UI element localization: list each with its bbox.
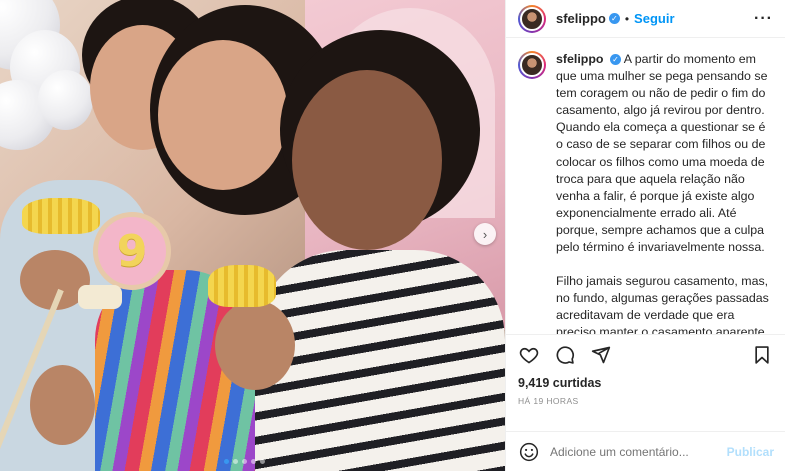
- carousel-dot: [233, 459, 238, 464]
- like-button[interactable]: [518, 344, 540, 366]
- avatar[interactable]: [518, 4, 546, 33]
- caption-text: sfelippo ✓ A partir do momento em que um…: [556, 51, 773, 334]
- hand: [30, 365, 95, 445]
- action-bar: [506, 334, 785, 374]
- verified-badge-icon: ✓: [608, 13, 620, 24]
- comment-button[interactable]: [554, 344, 576, 366]
- lollipop-number: 9: [116, 225, 148, 277]
- balloon: [38, 70, 93, 130]
- share-button[interactable]: [590, 344, 612, 366]
- lollipop: 9: [93, 212, 171, 290]
- likes-count[interactable]: 9,419 curtidas: [506, 374, 785, 390]
- comment-input[interactable]: [550, 444, 710, 459]
- treat-right: [208, 265, 276, 307]
- caption-avatar[interactable]: [518, 51, 546, 79]
- verified-badge-icon: ✓: [609, 54, 621, 66]
- woman-face: [158, 40, 288, 190]
- instagram-post: 9 › sfelippo ✓ • Seguir ··· sfelippo ✓ A…: [0, 0, 785, 471]
- comment-bar: Publicar: [506, 431, 785, 471]
- share-icon: [591, 346, 611, 363]
- follow-button[interactable]: Seguir: [634, 11, 674, 26]
- caption-paragraph-1: A partir do momento em que uma mulher se…: [556, 52, 768, 255]
- carousel-dot: [251, 459, 256, 464]
- carousel-dot: [260, 459, 265, 464]
- more-horizontal-icon[interactable]: ···: [754, 10, 773, 28]
- next-photo-button[interactable]: ›: [474, 223, 496, 245]
- post-timestamp[interactable]: HÁ 19 HORAS: [506, 390, 785, 406]
- post-header: sfelippo ✓ • Seguir ···: [506, 0, 785, 38]
- treat-left: [22, 198, 100, 234]
- girl-right-face: [292, 70, 442, 250]
- bookmark-icon: [755, 345, 769, 364]
- hand: [215, 300, 295, 390]
- comment-icon: [556, 345, 575, 364]
- username-link[interactable]: sfelippo: [556, 11, 606, 26]
- save-button[interactable]: [751, 344, 773, 366]
- emoji-icon: [519, 442, 539, 461]
- carousel-dots: [224, 459, 265, 464]
- carousel-dot: [242, 459, 247, 464]
- post-photo[interactable]: 9 ›: [0, 0, 505, 471]
- separator-dot: •: [624, 11, 630, 26]
- publish-button[interactable]: Publicar: [727, 445, 774, 459]
- heart-icon: [519, 347, 539, 363]
- caption-username-link[interactable]: sfelippo: [556, 52, 604, 66]
- lollipop-bow: [78, 285, 122, 309]
- caption-paragraph-2: Filho jamais segurou casamento, mas, no …: [556, 274, 769, 334]
- chevron-right-icon: ›: [482, 226, 488, 242]
- emoji-button[interactable]: [518, 441, 540, 463]
- carousel-dot: [224, 459, 229, 464]
- caption-section: sfelippo ✓ A partir do momento em que um…: [506, 38, 785, 334]
- post-sidebar: sfelippo ✓ • Seguir ··· sfelippo ✓ A par…: [505, 0, 785, 471]
